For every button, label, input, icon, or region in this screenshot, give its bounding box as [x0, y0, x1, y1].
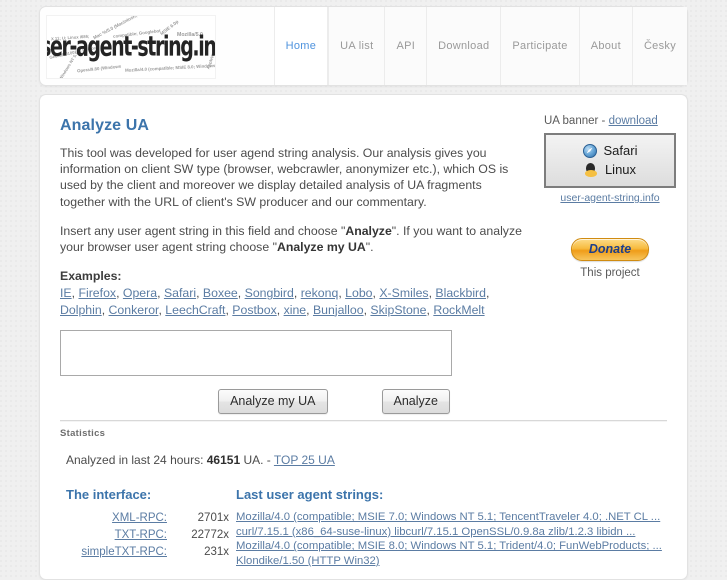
example-link-leechcraft[interactable]: LeechCraft	[165, 303, 225, 317]
example-link-firefox[interactable]: Firefox	[78, 286, 116, 300]
xml-rpc-link[interactable]: XML-RPC:	[112, 512, 167, 524]
example-link-skipstone[interactable]: SkipStone	[370, 303, 426, 317]
site-logo[interactable]: X 11; U; Linux i686; Mac %/5.0 (Macintos…	[46, 15, 216, 79]
top-25-ua-link[interactable]: TOP 25 UA	[274, 453, 335, 467]
ua-banner: Safari Linux	[544, 133, 676, 188]
analyzed-suffix: UA. -	[240, 453, 274, 468]
example-link-rekonq[interactable]: rekonq	[301, 286, 339, 300]
analyzed-count-line: Analyzed in last 24 hours: 46151 UA. - T…	[60, 453, 667, 467]
site-header: X 11; U; Linux i686; Mac %/5.0 (Macintos…	[39, 6, 688, 86]
examples-links: IE, Firefox, Opera, Safari, Boxee, Songb…	[60, 286, 490, 317]
interface-title: The interface:	[66, 487, 152, 503]
example-link-x-smiles[interactable]: X-Smiles	[379, 286, 428, 300]
donate-section: Donate This project	[544, 238, 676, 279]
analyze-button[interactable]: Analyze	[381, 389, 450, 415]
donate-button[interactable]: Donate	[570, 238, 650, 261]
last-user-agents-column: Last user agent strings: Mozilla/4.0 (co…	[234, 487, 667, 568]
instructions-analyze-my-ua-emphasis: Analyze my UA	[276, 240, 366, 255]
logo-cloud-word: Mozilla/4.0 (compatible; MSIE 8.0; Windo…	[124, 62, 215, 73]
main-column: Analyze UA This tool was developed for u…	[60, 113, 530, 415]
example-link-safari[interactable]: Safari	[164, 286, 196, 300]
instructions-part-1: Insert any user agent string in this fie…	[60, 223, 346, 238]
last-user-agents-title: Last user agent strings:	[236, 487, 384, 503]
logo-text: user-agent-string.info	[47, 31, 216, 63]
upper-columns: Analyze UA This tool was developed for u…	[60, 113, 676, 415]
action-button-row: Analyze my UA Analyze	[60, 389, 452, 415]
example-link-blackbird[interactable]: Blackbird	[435, 286, 486, 300]
table-row: simpleTXT-RPC: 231x	[66, 544, 229, 561]
ua-banner-credit-link[interactable]: user-agent-string.info	[544, 192, 676, 204]
content-panel: Analyze UA This tool was developed for u…	[39, 94, 688, 580]
txt-rpc-link[interactable]: TXT-RPC:	[115, 529, 167, 541]
interface-count-cell: 22772x	[191, 529, 229, 542]
interface-count-cell: 2701x	[197, 512, 229, 525]
page-title: Analyze UA	[60, 117, 150, 134]
example-link-dolphin[interactable]: Dolphin	[60, 303, 102, 317]
example-link-lobo[interactable]: Lobo	[345, 286, 372, 300]
example-link-rockmelt[interactable]: RockMelt	[433, 303, 484, 317]
sidebar-column: UA banner - download Safari Linux user-a…	[530, 113, 676, 414]
statistics-divider	[60, 420, 667, 423]
ua-banner-os-label: Linux	[604, 162, 637, 177]
instructions-part-3: ".	[365, 240, 374, 255]
nav-item-participate[interactable]: Participate	[500, 7, 579, 85]
linux-tux-icon	[584, 162, 598, 177]
interface-table: XML-RPC: 2701x TXT-RPC: 22772x simpleTXT…	[66, 510, 229, 561]
example-link-conkeror[interactable]: Conkeror	[109, 303, 159, 317]
nav-item-about[interactable]: About	[578, 7, 632, 85]
ua-banner-label-text: UA banner -	[544, 115, 609, 127]
interface-count-cell: 231x	[204, 546, 229, 559]
logo-cloud-word: Opera/9.80 (Windows	[76, 63, 122, 74]
safari-icon	[582, 143, 597, 158]
intro-paragraph: This tool was developed for user agend s…	[60, 146, 509, 209]
example-link-postbox[interactable]: Postbox	[232, 303, 276, 317]
example-link-songbird[interactable]: Songbird	[245, 286, 294, 300]
analyzed-count-value: 46151	[206, 453, 241, 468]
table-row: TXT-RPC: 22772x	[66, 527, 229, 544]
example-link-ie[interactable]: IE	[60, 286, 72, 300]
example-link-xine[interactable]: xine	[284, 303, 307, 317]
statistics-section-title: Statistics	[60, 428, 106, 440]
instructions-analyze-emphasis: Analyze	[345, 223, 392, 238]
nav-item-ua-list[interactable]: UA list	[328, 7, 385, 85]
ua-banner-os-row: Linux	[546, 160, 674, 179]
example-link-opera[interactable]: Opera	[123, 286, 157, 300]
example-link-boxee[interactable]: Boxee	[203, 286, 238, 300]
list-item[interactable]: Mozilla/4.0 (compatible; MSIE 7.0; Windo…	[236, 510, 667, 525]
ua-banner-label: UA banner - download	[544, 115, 676, 127]
list-item[interactable]: Mozilla/4.0 (compatible; MSIE 8.0; Windo…	[236, 539, 667, 554]
nav-item-api[interactable]: API	[384, 7, 427, 85]
examples-label: Examples:	[60, 269, 122, 284]
analyzed-prefix: Analyzed in last 24 hours:	[66, 453, 207, 468]
list-item[interactable]: curl/7.15.1 (x86_64-suse-linux) libcurl/…	[236, 525, 667, 540]
banner-download-link[interactable]: download	[609, 115, 658, 127]
page-container: X 11; U; Linux i686; Mac %/5.0 (Macintos…	[39, 0, 688, 580]
interface-name-cell: simpleTXT-RPC:	[66, 544, 177, 561]
donate-caption: This project	[580, 267, 640, 279]
interface-name-cell: TXT-RPC:	[66, 527, 177, 544]
last-user-agents-list: Mozilla/4.0 (compatible; MSIE 7.0; Windo…	[236, 510, 667, 568]
ua-banner-browser-row: Safari	[546, 141, 674, 160]
instructions-paragraph: Insert any user agent string in this fie…	[60, 223, 530, 255]
nav-item-download[interactable]: Download	[426, 7, 501, 85]
interface-column: The interface: XML-RPC: 2701x TXT-RPC: 2…	[60, 487, 234, 568]
analyze-my-ua-button[interactable]: Analyze my UA	[218, 389, 328, 415]
main-navigation: Home UA list API Download Participate Ab…	[273, 7, 687, 85]
example-link-bunjalloo[interactable]: Bunjalloo	[313, 303, 364, 317]
nav-item-cesky[interactable]: Česky	[631, 7, 687, 85]
statistics-columns: The interface: XML-RPC: 2701x TXT-RPC: 2…	[60, 487, 667, 568]
user-agent-input[interactable]	[60, 330, 452, 377]
table-row: XML-RPC: 2701x	[66, 510, 229, 527]
interface-name-cell: XML-RPC:	[66, 510, 177, 527]
nav-item-home[interactable]: Home	[273, 7, 329, 85]
list-item[interactable]: Klondike/1.50 (HTTP Win32)	[236, 554, 667, 569]
ua-banner-browser-label: Safari	[603, 143, 638, 158]
simple-txt-rpc-link[interactable]: simpleTXT-RPC:	[81, 546, 167, 558]
